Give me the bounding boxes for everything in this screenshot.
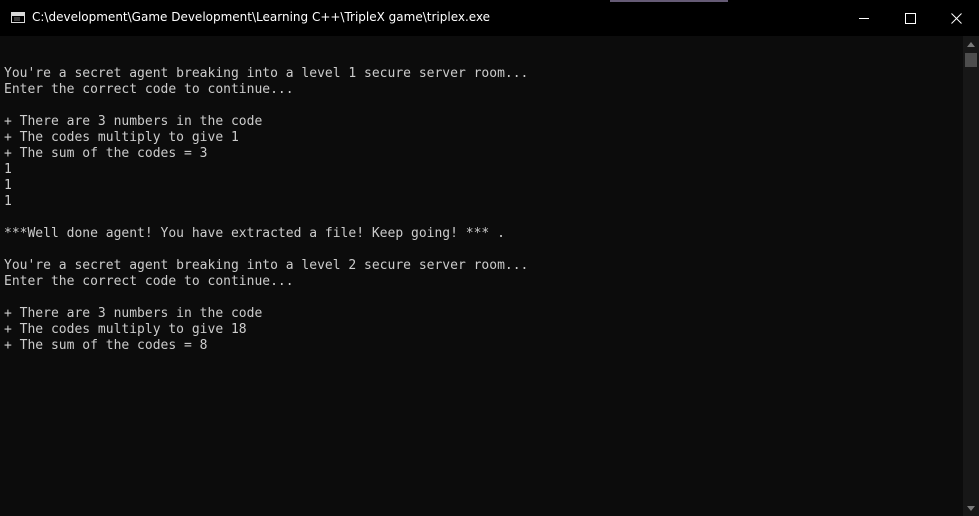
maximize-button[interactable] [887, 0, 933, 36]
console-line: + The sum of the codes = 8 [4, 338, 208, 353]
console-text: You're a secret agent breaking into a le… [4, 66, 528, 354]
console-app-icon[interactable] [11, 12, 25, 23]
minimize-icon [859, 17, 869, 19]
console-line: + The codes multiply to give 18 [4, 322, 247, 337]
minimize-button[interactable] [841, 0, 887, 36]
console-line: 1 [4, 178, 12, 193]
console-line: Enter the correct code to continue... [4, 274, 294, 289]
app-icon-inner [14, 17, 20, 21]
app-icon-bar [12, 13, 24, 16]
console-line: 1 [4, 162, 12, 177]
vertical-scrollbar[interactable] [963, 36, 979, 516]
console-line: + The codes multiply to give 1 [4, 130, 239, 145]
maximize-icon [904, 12, 916, 24]
console-window: C:\development\Game Development\Learning… [0, 0, 979, 516]
close-icon [950, 12, 962, 24]
scroll-up-button[interactable] [963, 36, 979, 52]
scroll-thumb[interactable] [965, 53, 977, 67]
console-line: + The sum of the codes = 3 [4, 146, 208, 161]
console-line: You're a secret agent breaking into a le… [4, 258, 529, 273]
console-line: + There are 3 numbers in the code [4, 306, 263, 321]
accent-strip [610, 0, 728, 2]
console-output[interactable]: You're a secret agent breaking into a le… [0, 36, 963, 516]
scroll-down-button[interactable] [963, 500, 979, 516]
console-line: 1 [4, 194, 12, 209]
close-button[interactable] [933, 0, 979, 36]
window-title: C:\development\Game Development\Learning… [32, 10, 491, 24]
console-line: ***Well done agent! You have extracted a… [4, 226, 505, 241]
title-bar[interactable]: C:\development\Game Development\Learning… [0, 0, 979, 36]
chevron-down-icon [967, 505, 975, 511]
console-line: + There are 3 numbers in the code [4, 114, 263, 129]
console-line: Enter the correct code to continue... [4, 82, 294, 97]
chevron-up-icon [967, 41, 975, 47]
console-line: You're a secret agent breaking into a le… [4, 66, 529, 81]
